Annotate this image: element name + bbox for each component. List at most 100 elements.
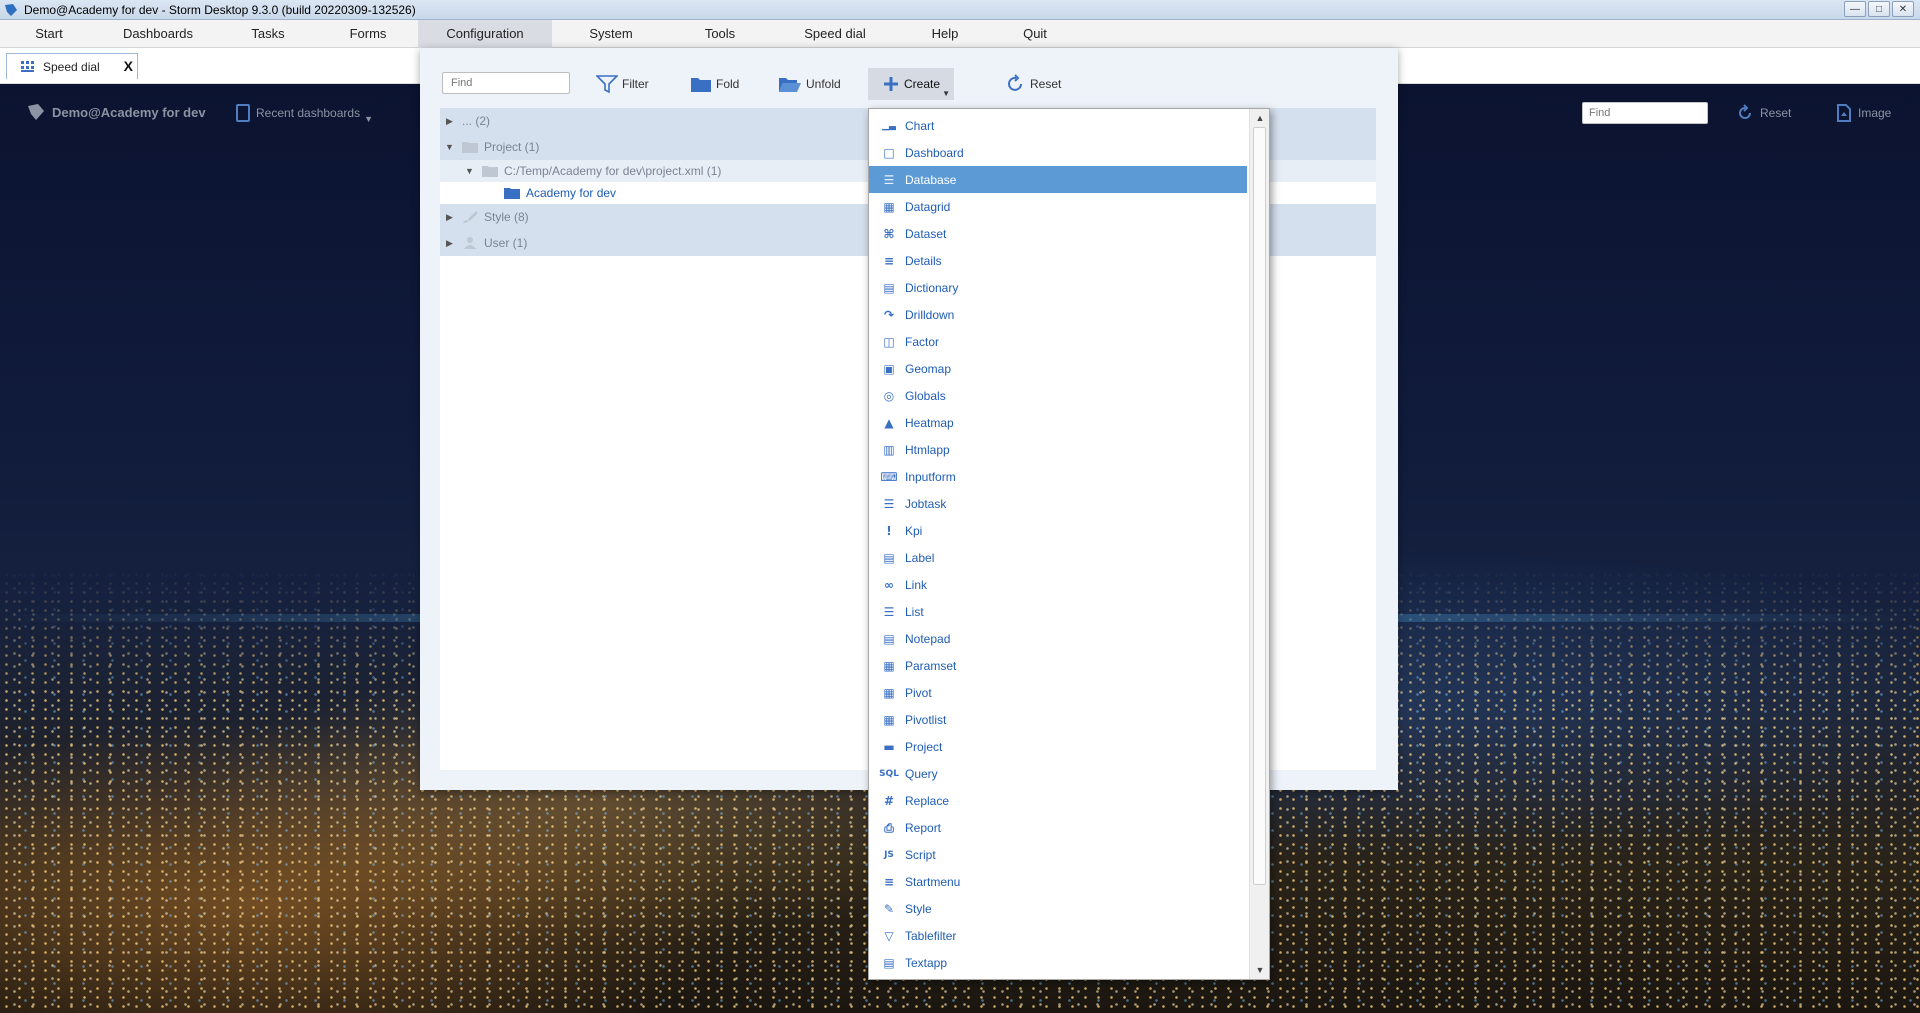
create-menu-item-label: Startmenu <box>905 874 961 889</box>
filter-label: Filter <box>622 77 649 91</box>
expand-arrow-icon[interactable]: ▶ <box>446 238 453 249</box>
create-menu-item-dataset[interactable]: ⌘ Dataset <box>869 220 1247 247</box>
create-menu-item-label: Report <box>905 820 942 835</box>
create-menu-item-project[interactable]: ▬ Project <box>869 733 1247 760</box>
create-menu-item-label: Dictionary <box>905 280 959 295</box>
storm-app-icon <box>5 3 17 16</box>
create-menu-item-inputform[interactable]: ⌨ Inputform <box>869 463 1247 490</box>
tab-close-button[interactable]: X <box>124 58 133 74</box>
menu-tools[interactable]: Tools <box>670 20 770 48</box>
menu-dashboards[interactable]: Dashboards <box>98 20 218 48</box>
create-menu-item-startmenu[interactable]: ≡ Startmenu <box>869 868 1247 895</box>
scroll-down-arrow-icon[interactable]: ▼ <box>1250 961 1270 979</box>
storm-logo-icon <box>28 104 44 120</box>
create-menu-item-link[interactable]: ∞ Link <box>869 571 1247 598</box>
config-reset-button[interactable]: Reset <box>1006 68 1061 100</box>
create-menu-item-drilldown[interactable]: ↷ Drilldown <box>869 301 1247 328</box>
unfold-label: Unfold <box>806 77 841 91</box>
create-menu-item-label: Style <box>905 901 932 916</box>
create-menu-item-pivotlist[interactable]: ▦ Pivotlist <box>869 706 1247 733</box>
create-menu-item-chart[interactable]: ▁▃ Chart <box>869 112 1247 139</box>
menu-configuration[interactable]: Configuration <box>418 20 552 48</box>
create-menu-item-globals[interactable]: ◎ Globals <box>869 382 1247 409</box>
create-menu-item-script[interactable]: JS Script <box>869 841 1247 868</box>
create-menu-item-factor[interactable]: ◫ Factor <box>869 328 1247 355</box>
create-menu-item-geomap[interactable]: ▣ Geomap <box>869 355 1247 382</box>
recent-dashboards-button[interactable]: Recent dashboards ▼ <box>236 104 373 124</box>
create-menu-item-heatmap[interactable]: ▲ Heatmap <box>869 409 1247 436</box>
create-menu-item-style[interactable]: ✎ Style <box>869 895 1247 922</box>
create-menu-item-label: Database <box>905 172 957 187</box>
dashboard-find-input[interactable] <box>1582 102 1708 124</box>
create-label: Create <box>904 77 941 91</box>
maximize-button[interactable]: □ <box>1868 1 1890 17</box>
create-menu-item-database[interactable]: ☰ Database <box>869 166 1247 193</box>
project-icon: ▬ <box>883 740 895 754</box>
create-menu-item-label: Globals <box>905 388 946 403</box>
create-menu-item-datagrid[interactable]: ▦ Datagrid <box>869 193 1247 220</box>
config-find-input[interactable] <box>442 72 570 94</box>
create-menu-item-report[interactable]: ⎙ Report <box>869 814 1247 841</box>
menu-speed-dial[interactable]: Speed dial <box>770 20 900 48</box>
fold-button[interactable]: Fold <box>690 68 739 100</box>
startmenu-icon: ≡ <box>883 875 895 889</box>
create-menu-item-details[interactable]: ≡ Details <box>869 247 1247 274</box>
create-menu-item-label: Pivotlist <box>905 712 947 727</box>
dashboard-reset-label: Reset <box>1760 106 1792 120</box>
speed-dial-icon <box>21 60 34 72</box>
menu-tasks[interactable]: Tasks <box>218 20 318 48</box>
expand-arrow-icon[interactable]: ▶ <box>446 116 453 127</box>
menu-bar: Start Dashboards Tasks Forms Configurati… <box>0 20 1920 48</box>
menu-quit[interactable]: Quit <box>990 20 1080 48</box>
config-reset-label: Reset <box>1030 77 1062 91</box>
dashboard-reset-button[interactable]: Reset <box>1736 104 1791 122</box>
minimize-button[interactable]: — <box>1844 1 1866 17</box>
create-menu-item-pivot[interactable]: ▦ Pivot <box>869 679 1247 706</box>
tab-label: Speed dial <box>43 59 100 74</box>
collapse-arrow-icon[interactable]: ▼ <box>445 142 454 152</box>
menu-start[interactable]: Start <box>0 20 98 48</box>
globals-icon: ◎ <box>883 389 895 403</box>
tab-speed-dial[interactable]: Speed dial X <box>6 53 138 79</box>
create-menu-item-label: Tablefilter <box>905 928 957 943</box>
create-menu-item-label: Replace <box>905 793 950 808</box>
filter-button[interactable]: Filter <box>596 68 649 100</box>
menu-help[interactable]: Help <box>900 20 990 48</box>
tree-label: Project (1) <box>484 140 540 154</box>
create-menu-item-list[interactable]: ☰ List <box>869 598 1247 625</box>
chevron-down-icon: ▼ <box>942 89 951 98</box>
create-menu-item-kpi[interactable]: ! Kpi <box>869 517 1247 544</box>
unfold-button[interactable]: Unfold <box>778 68 841 100</box>
create-menu-item-label: Query <box>905 766 938 781</box>
create-menu-item-tablefilter[interactable]: ▽ Tablefilter <box>869 922 1247 949</box>
tree-label: ... (2) <box>462 114 491 128</box>
create-menu-item-dictionary[interactable]: ▤ Dictionary <box>869 274 1247 301</box>
create-menu-item-label[interactable]: ▤ Label <box>869 544 1247 571</box>
expand-arrow-icon[interactable]: ▶ <box>446 212 453 223</box>
pivotlist-icon: ▦ <box>883 713 895 727</box>
create-button[interactable]: Create ▼ <box>868 68 955 100</box>
geomap-icon: ▣ <box>883 362 895 376</box>
create-menu-item-replace[interactable]: # Replace <box>869 787 1247 814</box>
brush-icon <box>463 211 478 223</box>
create-menu-item-dashboard[interactable]: □ Dashboard <box>869 139 1247 166</box>
dashboard-image-button[interactable]: Image <box>1836 104 1891 122</box>
dictionary-icon: ▤ <box>883 281 895 295</box>
image-file-icon <box>1837 104 1851 122</box>
scrollbar-thumb[interactable] <box>1253 127 1266 885</box>
create-menu-item-query[interactable]: SQL Query <box>869 760 1247 787</box>
create-menu-item-htmlapp[interactable]: ▥ Htmlapp <box>869 436 1247 463</box>
create-menu-item-jobtask[interactable]: ☰ Jobtask <box>869 490 1247 517</box>
create-menu-item-textapp[interactable]: ▤ Textapp <box>869 949 1247 976</box>
dropdown-scrollbar[interactable]: ▲ ▼ <box>1249 109 1269 979</box>
create-dropdown-menu: ▁▃ Chart □ Dashboard ☰ Database ▦ Datagrid ⌘ Data… <box>868 108 1270 980</box>
create-menu-item-label: Drilldown <box>905 307 955 322</box>
scroll-up-arrow-icon[interactable]: ▲ <box>1250 109 1270 127</box>
menu-forms[interactable]: Forms <box>318 20 418 48</box>
collapse-arrow-icon[interactable]: ▼ <box>465 166 474 176</box>
create-menu-item-notepad[interactable]: ▤ Notepad <box>869 625 1247 652</box>
create-menu-item-paramset[interactable]: ▦ Paramset <box>869 652 1247 679</box>
create-menu-item-label: List <box>905 604 924 619</box>
close-window-button[interactable]: ✕ <box>1892 1 1914 17</box>
menu-system[interactable]: System <box>552 20 670 48</box>
